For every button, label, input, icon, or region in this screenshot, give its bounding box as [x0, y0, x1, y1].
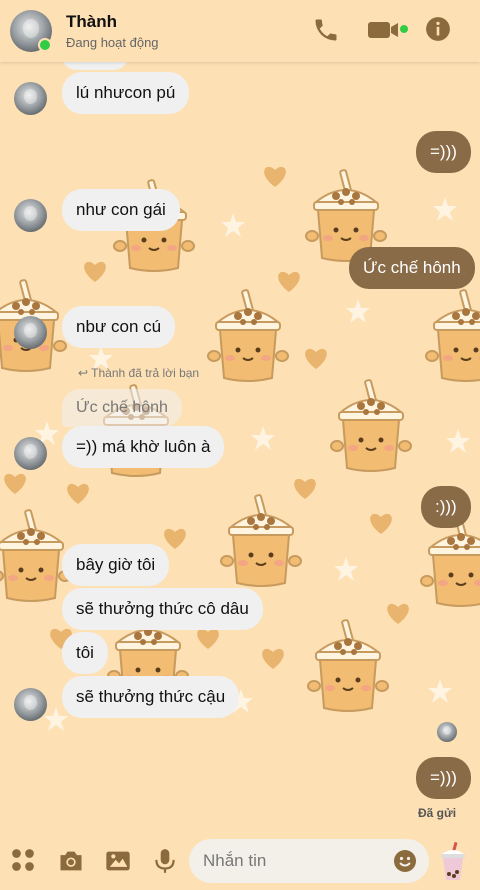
outgoing-message[interactable]: :))) — [421, 486, 471, 528]
incoming-message[interactable]: sẽ thưởng thức cậu — [62, 676, 240, 718]
incoming-message[interactable]: như con gái — [62, 189, 180, 231]
outgoing-message[interactable]: =))) — [416, 757, 471, 799]
sender-avatar[interactable] — [14, 199, 47, 232]
chat-header: Thành Đang hoạt động — [0, 0, 480, 62]
reply-label-text: Thành đã trả lời bạn — [91, 366, 200, 380]
info-icon[interactable] — [425, 16, 453, 44]
sender-avatar[interactable] — [14, 316, 47, 349]
message-input[interactable] — [203, 839, 393, 883]
incoming-message[interactable]: nbư con cú — [62, 306, 176, 348]
incoming-message[interactable]: =)) má khờ luôn à — [62, 426, 225, 468]
bubble-tea-icon[interactable] — [438, 841, 468, 882]
seen-avatar — [437, 722, 457, 742]
message-composer[interactable] — [189, 839, 429, 883]
incoming-message[interactable]: tôi — [62, 632, 108, 674]
sender-avatar[interactable] — [14, 688, 47, 721]
incoming-message[interactable]: lú nhưcon pú — [62, 72, 190, 114]
online-indicator — [38, 38, 52, 52]
emoji-icon[interactable] — [393, 849, 417, 873]
camera-icon[interactable] — [57, 847, 85, 875]
incoming-message[interactable]: sẽ thưởng thức cô dâu — [62, 588, 263, 630]
reply-indicator: ↩ Thành đã trả lời bạn — [78, 366, 199, 380]
image-icon[interactable] — [104, 847, 132, 875]
outgoing-message[interactable]: =))) — [416, 131, 471, 173]
contact-status: Đang hoạt động — [66, 35, 159, 50]
sender-avatar[interactable] — [14, 437, 47, 470]
outgoing-message[interactable]: Ức chế hônh — [349, 247, 475, 289]
grid-icon[interactable] — [10, 847, 38, 875]
phone-icon[interactable] — [312, 16, 340, 44]
sent-status: Đã gửi — [418, 806, 457, 820]
quoted-message[interactable]: Ức chế hônh — [62, 389, 182, 427]
message-list[interactable]: lú nhưcon pú =))) như con gái Ức chế hôn… — [0, 0, 480, 890]
video-icon[interactable] — [366, 16, 402, 44]
reply-arrow-icon: ↩ — [78, 366, 92, 380]
incoming-message[interactable]: bây giờ tôi — [62, 544, 170, 586]
composer-bar — [0, 832, 480, 890]
video-active-dot — [398, 23, 410, 35]
microphone-icon[interactable] — [152, 847, 180, 875]
contact-name[interactable]: Thành — [66, 12, 117, 32]
sender-avatar[interactable] — [14, 82, 47, 115]
